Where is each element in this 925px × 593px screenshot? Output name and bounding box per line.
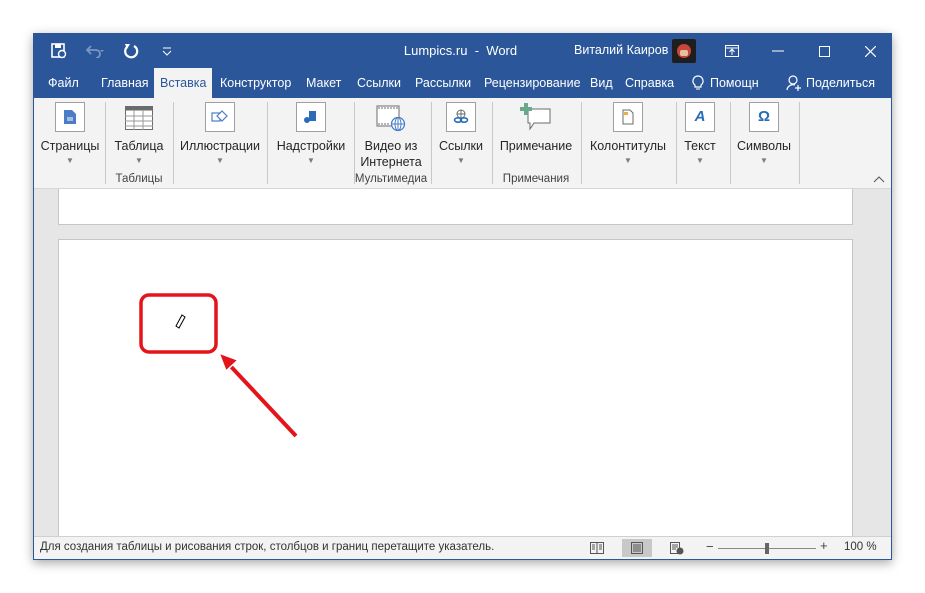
- pencil-cursor-icon: [175, 314, 186, 329]
- pointer-arrow: [217, 351, 299, 439]
- annotation-overlay: [138, 292, 299, 439]
